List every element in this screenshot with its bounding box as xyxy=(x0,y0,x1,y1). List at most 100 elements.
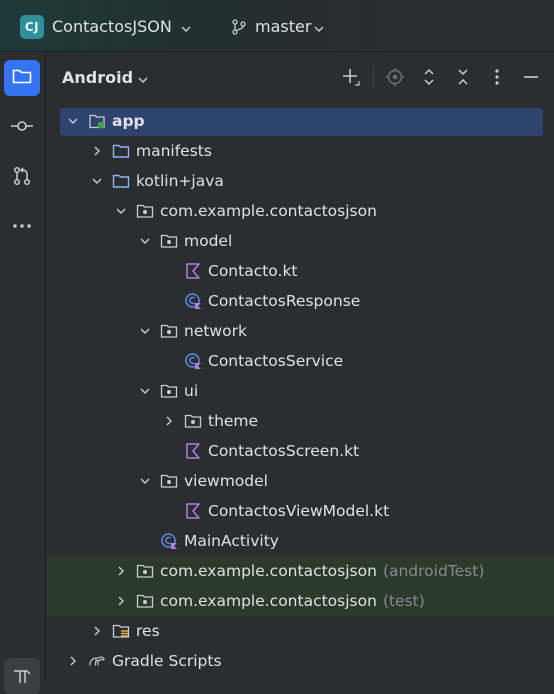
package-icon xyxy=(136,592,154,610)
chevron-right-icon[interactable] xyxy=(114,594,128,608)
chevron-placeholder xyxy=(162,504,176,518)
tree-row[interactable]: network xyxy=(46,316,554,346)
chevron-down-icon[interactable] xyxy=(180,20,192,39)
chevron-right-icon[interactable] xyxy=(90,624,104,638)
tree-row-label: com.example.contactosjson xyxy=(160,592,377,610)
folder-icon xyxy=(112,142,130,160)
project-tool-button[interactable] xyxy=(4,60,40,96)
chevron-right-icon[interactable] xyxy=(162,414,176,428)
tree-row-label: res xyxy=(136,622,160,640)
tree-row-label: MainActivity xyxy=(184,532,279,550)
chevron-down-icon[interactable] xyxy=(138,474,152,488)
branch-name[interactable]: master xyxy=(255,17,311,36)
tree-row-label: network xyxy=(184,322,247,340)
tree-row-suffix: (androidTest) xyxy=(382,562,485,580)
chevron-placeholder xyxy=(162,444,176,458)
chevron-right-icon[interactable] xyxy=(90,144,104,158)
chevron-placeholder xyxy=(138,534,152,548)
tree-row[interactable]: Gradle Scripts xyxy=(46,646,554,676)
package-icon xyxy=(160,472,178,490)
tree-row-label: Gradle Scripts xyxy=(112,652,222,670)
package-icon xyxy=(160,382,178,400)
tree-row-label: com.example.contactosjson xyxy=(160,202,377,220)
module-icon xyxy=(88,112,106,130)
branch-icon[interactable] xyxy=(230,18,248,40)
chevron-down-icon[interactable] xyxy=(138,324,152,338)
kotlin-file-icon xyxy=(184,502,202,520)
kotlin-class-icon xyxy=(184,292,202,310)
tree-row[interactable]: com.example.contactosjson xyxy=(46,196,554,226)
tree-row[interactable]: app xyxy=(46,106,554,136)
tree-row-label: ContactosScreen.kt xyxy=(208,442,360,460)
chevron-down-icon[interactable] xyxy=(114,204,128,218)
tree-row[interactable]: manifests xyxy=(46,136,554,166)
tree-row-label: ContactosService xyxy=(208,352,344,370)
title-bar: CJ ContactosJSON master xyxy=(0,0,554,52)
tree-row-label: viewmodel xyxy=(184,472,268,490)
package-icon xyxy=(160,232,178,250)
kotlin-class-icon xyxy=(184,352,202,370)
tree-row[interactable]: MainActivity xyxy=(46,526,554,556)
package-icon xyxy=(184,412,202,430)
chevron-down-icon[interactable] xyxy=(138,384,152,398)
chevron-down-icon[interactable] xyxy=(138,234,152,248)
more-icon xyxy=(11,215,33,241)
commit-icon xyxy=(10,114,34,142)
tree-row[interactable]: theme xyxy=(46,406,554,436)
expand-all-icon[interactable] xyxy=(418,66,440,88)
folder-icon xyxy=(11,65,33,91)
tree-row[interactable]: Contacto.kt xyxy=(46,256,554,286)
package-icon xyxy=(136,562,154,580)
chevron-down-icon[interactable] xyxy=(137,71,149,90)
tree-row[interactable]: viewmodel xyxy=(46,466,554,496)
tree-row[interactable]: com.example.contactosjson (test) xyxy=(46,586,554,616)
tree-row-label: ui xyxy=(184,382,199,400)
header-separator xyxy=(373,66,374,88)
tree-row[interactable]: res xyxy=(46,616,554,646)
build-icon xyxy=(11,663,33,689)
collapse-all-icon[interactable] xyxy=(452,66,474,88)
tree-row-label: theme xyxy=(208,412,259,430)
chevron-placeholder xyxy=(162,354,176,368)
tool-window-strip xyxy=(0,52,46,694)
tree-row-label: manifests xyxy=(136,142,212,160)
folder-icon xyxy=(112,172,130,190)
kotlin-class-icon xyxy=(160,532,178,550)
resources-folder-icon xyxy=(112,622,130,640)
project-badge[interactable]: CJ xyxy=(20,15,44,39)
options-icon[interactable] xyxy=(486,66,508,88)
tree-row[interactable]: kotlin+java xyxy=(46,166,554,196)
project-name[interactable]: ContactosJSON xyxy=(52,17,172,36)
project-view-selector[interactable]: Android xyxy=(62,68,133,87)
build-tool-button[interactable] xyxy=(4,658,40,694)
tree-row[interactable]: ui xyxy=(46,376,554,406)
tree-row-label: com.example.contactosjson xyxy=(160,562,377,580)
chevron-placeholder xyxy=(162,264,176,278)
tree-row-label: ContactosResponse xyxy=(208,292,361,310)
more-tools-button[interactable] xyxy=(4,210,40,246)
tree-row[interactable]: ContactosViewModel.kt xyxy=(46,496,554,526)
tree-row[interactable]: ContactosScreen.kt xyxy=(46,436,554,466)
package-icon xyxy=(136,202,154,220)
chevron-right-icon[interactable] xyxy=(66,654,80,668)
tree-row[interactable]: com.example.contactosjson (androidTest) xyxy=(46,556,554,586)
chevron-down-icon[interactable] xyxy=(66,114,80,128)
chevron-right-icon[interactable] xyxy=(114,564,128,578)
add-icon[interactable] xyxy=(340,66,362,88)
tree-row[interactable]: ContactosResponse xyxy=(46,286,554,316)
pull-requests-tool-button[interactable] xyxy=(4,160,40,196)
tree-row[interactable]: ContactosService xyxy=(46,346,554,376)
chevron-down-icon[interactable] xyxy=(90,174,104,188)
kotlin-file-icon xyxy=(184,262,202,280)
tree-row-label: app xyxy=(112,112,145,130)
tree-row[interactable]: model xyxy=(46,226,554,256)
commit-tool-button[interactable] xyxy=(4,110,40,146)
locate-icon[interactable] xyxy=(384,66,406,88)
hide-icon[interactable] xyxy=(520,66,542,88)
chevron-down-icon[interactable] xyxy=(313,20,325,39)
kotlin-file-icon xyxy=(184,442,202,460)
package-icon xyxy=(160,322,178,340)
pull-requests-icon xyxy=(11,165,33,191)
chevron-placeholder xyxy=(162,294,176,308)
tree-row-suffix: (test) xyxy=(382,592,425,610)
